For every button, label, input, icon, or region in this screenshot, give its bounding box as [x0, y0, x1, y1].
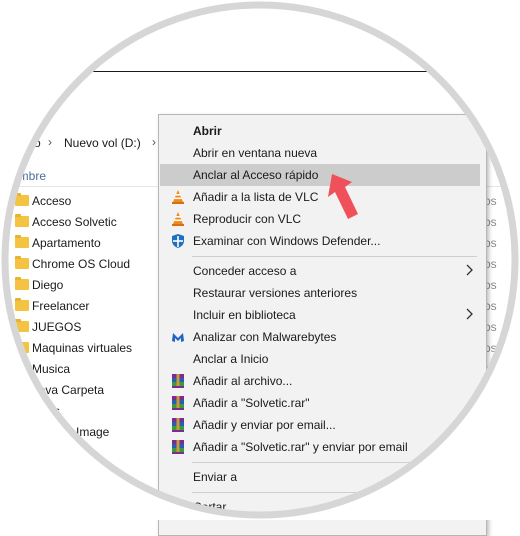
menu-item-conceder-acceso[interactable]: Conceder acceso a: [160, 260, 480, 282]
folder-name: Maquinas virtuales: [32, 341, 133, 355]
submenu-chevron-icon: [466, 264, 473, 276]
menu-item-windows-defender[interactable]: Examinar con Windows Defender...: [160, 230, 480, 252]
menu-item-label: Reproducir con VLC: [193, 212, 302, 226]
address-separator-icon: ›: [48, 135, 52, 149]
folder-row[interactable]: Acceso Solvetic: [0, 213, 158, 234]
menu-item-label: Examinar con Windows Defender...: [193, 234, 381, 248]
folder-row[interactable]: Musica: [0, 360, 158, 381]
folder-row[interactable]: Acceso: [0, 192, 158, 213]
menu-item-label: Anclar a Inicio: [193, 352, 269, 366]
menu-item-label: Abrir en ventana nueva: [193, 146, 318, 160]
folder-icon: [15, 298, 29, 311]
menu-item-abrir[interactable]: Abrir: [160, 120, 480, 142]
menu-item-label: Restaurar versiones anteriores: [193, 286, 358, 300]
folder-name: Freelancer: [32, 299, 90, 313]
menu-item-winrar-add-solvetic-email[interactable]: Añadir a "Solvetic.rar" y enviar por ema…: [160, 436, 480, 458]
menu-separator: [192, 462, 477, 463]
menu-item-label: Añadir a la lista de VLC: [193, 190, 319, 204]
folder-row[interactable]: Maquinas virtuales: [0, 339, 158, 360]
folder-icon: [15, 340, 29, 353]
menu-item-label: Conceder acceso a: [193, 264, 297, 278]
menu-item-incluir-biblioteca[interactable]: Incluir en biblioteca: [160, 304, 480, 326]
folder-name: Apartamento: [32, 236, 101, 250]
folder-row[interactable]: Image: [0, 423, 158, 444]
menu-separator: [192, 492, 477, 493]
menu-item-cortar[interactable]: Cortar: [160, 496, 480, 518]
menu-item-anclar-inicio[interactable]: Anclar a Inicio: [160, 348, 480, 370]
folder-icon: [15, 193, 29, 206]
folder-icon: [15, 403, 29, 416]
folder-row[interactable]: JUEGOS: [0, 318, 158, 339]
folder-row[interactable]: ueva Carpeta: [0, 381, 158, 402]
folder-row[interactable]: Freelancer: [0, 297, 158, 318]
folder-name: Acceso Solvetic: [32, 215, 117, 229]
folder-row[interactable]: Apartamento: [0, 234, 158, 255]
folder-icon: [15, 256, 29, 269]
menu-item-label: Incluir en biblioteca: [193, 308, 296, 322]
folder-row[interactable]: Chrome OS Cloud: [0, 255, 158, 276]
folder-row[interactable]: s: [0, 402, 158, 423]
winrar-icon: [172, 396, 184, 410]
menu-item-label: Cortar: [193, 500, 227, 514]
menu-separator: [192, 256, 477, 257]
menu-item-label: Enviar a: [193, 470, 238, 484]
address-chevron-icon: ›: [152, 135, 156, 149]
winrar-icon: [172, 440, 184, 454]
folder-icon: [15, 319, 29, 332]
winrar-icon: [172, 418, 184, 432]
menu-item-label: Añadir y enviar por email...: [193, 418, 336, 432]
menu-item-label: Abrir: [193, 124, 222, 138]
folder-name: Acceso: [32, 194, 72, 208]
folder-name: JUEGOS: [32, 320, 82, 334]
vlc-cone-icon: [172, 212, 184, 226]
folder-icon: [15, 382, 29, 395]
address-segment-drive[interactable]: Nuevo vol (D:): [64, 136, 141, 150]
vlc-cone-icon: [172, 190, 184, 204]
folder-name: Chrome OS Cloud: [32, 257, 131, 271]
folder-icon: [15, 277, 29, 290]
folder-name: Diego: [32, 278, 64, 292]
column-header-name[interactable]: ombre: [12, 169, 46, 183]
menu-item-restaurar-versiones[interactable]: Restaurar versiones anteriores: [160, 282, 480, 304]
folder-icon: [15, 424, 29, 437]
winrar-icon: [172, 374, 184, 388]
submenu-chevron-icon: [466, 308, 473, 320]
folder-name: Image: [76, 425, 110, 439]
folder-icon: [15, 361, 29, 374]
windows-defender-icon: [172, 234, 184, 248]
menu-item-enviar-a[interactable]: Enviar a: [160, 466, 480, 488]
menu-item-winrar-add-solvetic[interactable]: Añadir a "Solvetic.rar": [160, 392, 480, 414]
menu-item-label: Anclar al Acceso rápido: [193, 168, 319, 182]
folder-name: Musica: [32, 362, 71, 376]
menu-item-winrar-add-archive[interactable]: Añadir al archivo...: [160, 370, 480, 392]
folder-name: ueva Carpeta: [32, 383, 105, 397]
menu-item-abrir-ventana-nueva[interactable]: Abrir en ventana nueva: [160, 142, 480, 164]
folder-row[interactable]: Diego: [0, 276, 158, 297]
ribbon-tab-vista[interactable]: sta: [34, 108, 50, 122]
address-segment-parent[interactable]: o: [34, 136, 41, 150]
malwarebytes-icon: [172, 333, 184, 342]
window-top-border: [40, 71, 510, 72]
menu-item-label: Añadir al archivo...: [193, 374, 293, 388]
annotation-arrow-icon: [328, 174, 358, 219]
menu-item-label: Añadir a "Solvetic.rar" y enviar por ema…: [193, 440, 408, 454]
menu-item-winrar-add-email[interactable]: Añadir y enviar por email...: [160, 414, 480, 436]
folder-name: s: [54, 404, 60, 418]
menu-item-label: Añadir a "Solvetic.rar": [193, 396, 310, 410]
folder-icon: [15, 214, 29, 227]
folder-icon: [15, 235, 29, 248]
screenshot-scene: sta o › Nuevo vol (D:) › ombre Acceso Ac…: [0, 0, 520, 536]
menu-item-label: Analizar con Malwarebytes: [193, 330, 337, 344]
window-titlebar: [0, 0, 520, 72]
menu-item-malwarebytes[interactable]: Analizar con Malwarebytes: [160, 326, 480, 348]
